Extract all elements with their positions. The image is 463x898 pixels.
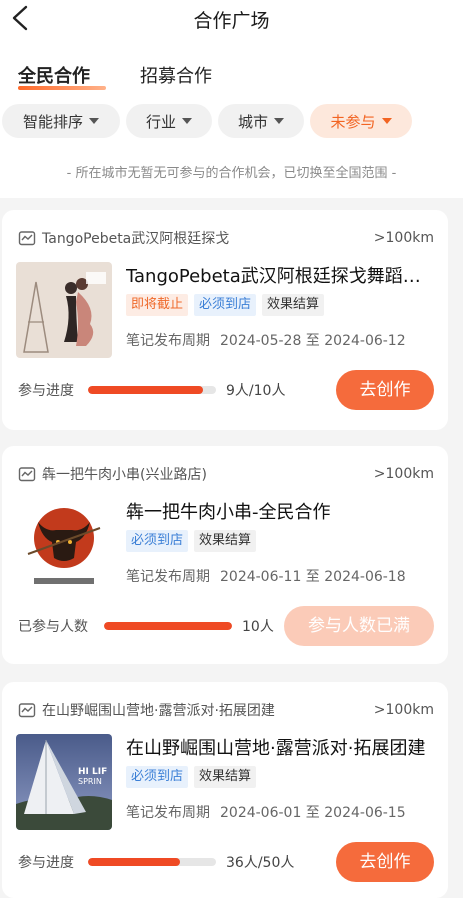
participation-filter-chip[interactable]: 未参与	[310, 104, 412, 138]
store-icon	[18, 703, 36, 718]
period-label: 笔记发布周期	[126, 569, 210, 585]
region-notice: - 所在城市无暂无可参与的合作机会，已切换至全国范围 -	[0, 150, 463, 198]
progress-bar-fill	[104, 622, 232, 630]
industry-filter-chip[interactable]: 行业	[126, 104, 212, 138]
progress-bar	[88, 386, 216, 394]
caret-down-icon	[182, 118, 192, 124]
tab-bar: 全民合作 招募合作	[0, 40, 463, 94]
industry-filter-label: 行业	[145, 112, 176, 131]
page-title: 合作广场	[193, 10, 270, 32]
store-row: 犇一把牛肉小串(兴业路店)	[18, 464, 207, 484]
active-tab-indicator	[18, 86, 106, 90]
beef-skewer-logo	[16, 498, 112, 594]
participants-label: 已参与人数	[18, 619, 88, 635]
publish-period: 笔记发布周期 2024-05-28 至 2024-06-12	[126, 330, 406, 350]
tag-list: 即将截止 必须到店 效果结算	[126, 294, 325, 316]
cooperation-card[interactable]: 犇一把牛肉小串(兴业路店) >100km 犇一把牛肉小串-全民合作 必须到店 效…	[2, 446, 448, 664]
progress-bar-fill	[88, 858, 181, 866]
in-store-tag: 必须到店	[194, 294, 257, 316]
tag-list: 必须到店 效果结算	[126, 766, 257, 788]
store-row: 在山野崛围山营地·露营派对·拓展团建	[18, 700, 275, 720]
tag-list: 必须到店 效果结算	[126, 530, 257, 552]
tango-thumbnail	[16, 262, 112, 358]
cooperation-card[interactable]: TangoPebeta武汉阿根廷探戈 >100km TangoPebeta武汉阿…	[2, 210, 448, 430]
in-store-tag: 必须到店	[126, 530, 189, 552]
sort-filter-label: 智能排序	[22, 112, 83, 131]
svg-text:HI LIF: HI LIF	[78, 767, 107, 777]
participant-count: 36人/50人	[226, 855, 295, 871]
card-title: TangoPebeta武汉阿根廷探戈舞蹈工作室	[126, 266, 438, 287]
progress-bar-fill	[88, 386, 204, 394]
top-bar: 合作广场	[0, 0, 463, 40]
progress-label: 参与进度	[18, 855, 74, 871]
full-status-button: 参与人数已满	[284, 606, 434, 646]
card-title: 在山野崛围山营地·露营派对·拓展团建	[126, 738, 426, 759]
svg-text:SPRIN: SPRIN	[78, 777, 102, 786]
tab-全民合作[interactable]: 全民合作	[18, 62, 90, 88]
tab-招募合作[interactable]: 招募合作	[140, 62, 212, 88]
caret-down-icon	[89, 118, 99, 124]
caret-down-icon	[274, 118, 284, 124]
distance: >100km	[373, 466, 434, 482]
progress-bar	[88, 858, 216, 866]
campsite-thumbnail: HI LIF SPRIN	[16, 734, 112, 830]
store-icon	[18, 231, 36, 246]
period-label: 笔记发布周期	[126, 333, 210, 349]
settlement-tag: 效果结算	[194, 766, 257, 788]
caret-down-icon	[381, 118, 392, 124]
distance: >100km	[373, 702, 434, 718]
sort-filter-chip[interactable]: 智能排序	[2, 104, 120, 138]
create-button[interactable]: 去创作	[336, 370, 434, 410]
store-row: TangoPebeta武汉阿根廷探戈	[18, 228, 229, 248]
participant-count: 9人/10人	[226, 383, 286, 399]
store-name: 在山野崛围山营地·露营派对·拓展团建	[42, 703, 275, 719]
period-label: 笔记发布周期	[126, 805, 210, 821]
in-store-tag: 必须到店	[126, 766, 189, 788]
participant-count: 10人	[242, 619, 274, 635]
store-name: 犇一把牛肉小串(兴业路店)	[42, 467, 207, 483]
period-value: 2024-06-11 至 2024-06-18	[220, 569, 406, 585]
period-value: 2024-05-28 至 2024-06-12	[220, 333, 406, 349]
city-filter-chip[interactable]: 城市	[218, 104, 304, 138]
settlement-tag: 效果结算	[262, 294, 325, 316]
publish-period: 笔记发布周期 2024-06-01 至 2024-06-15	[126, 802, 406, 822]
cooperation-card[interactable]: 在山野崛围山营地·露营派对·拓展团建 >100km HI LIF SPRIN 在…	[2, 682, 448, 898]
period-value: 2024-06-01 至 2024-06-15	[220, 805, 406, 821]
progress-bar	[104, 622, 232, 630]
settlement-tag: 效果结算	[194, 530, 257, 552]
card-title: 犇一把牛肉小串-全民合作	[126, 502, 331, 523]
distance: >100km	[373, 230, 434, 246]
city-filter-label: 城市	[237, 112, 268, 131]
store-name: TangoPebeta武汉阿根廷探戈	[42, 231, 230, 247]
progress-label: 参与进度	[18, 383, 74, 399]
publish-period: 笔记发布周期 2024-06-11 至 2024-06-18	[126, 566, 406, 586]
deadline-tag: 即将截止	[126, 294, 189, 316]
create-button[interactable]: 去创作	[336, 842, 434, 882]
store-icon	[18, 467, 36, 482]
filter-bar: 智能排序 行业 城市 未参与	[0, 94, 463, 150]
participation-filter-label: 未参与	[330, 112, 376, 131]
